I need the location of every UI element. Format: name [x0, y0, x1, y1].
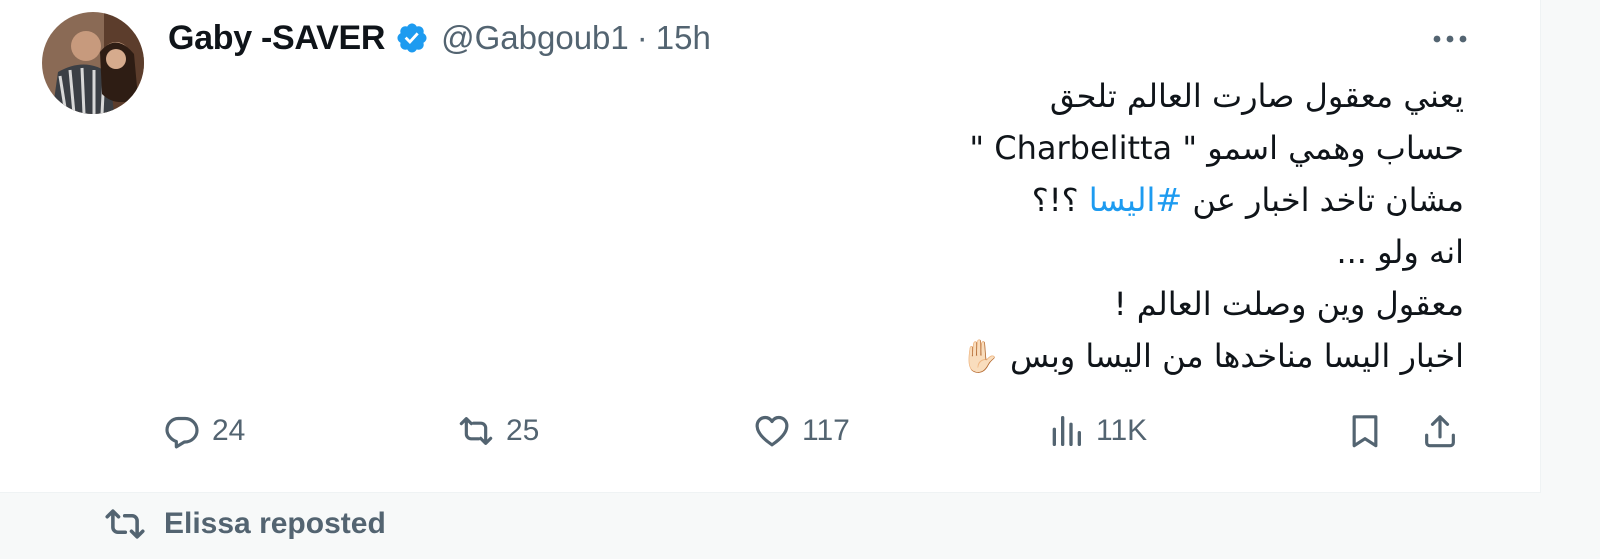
views-chart-icon — [1052, 416, 1081, 446]
hashtag-link[interactable]: #اليسا — [1089, 181, 1182, 219]
tweet-text-line-6-text: اخبار اليسا مناخدها من اليسا وبس — [1010, 337, 1464, 375]
tweet-text-line-3-before: مشان تاخد اخبار عن — [1182, 181, 1464, 219]
author-display-name[interactable]: Gaby -SAVER — [168, 19, 385, 58]
meta-separator: · — [636, 19, 648, 56]
tweet-card[interactable]: Gaby -SAVER @Gabgoub1 · 15h يعني معقول ص… — [0, 0, 1541, 493]
reply-count: 24 — [212, 414, 246, 447]
tweet-text-line-4: انه ولو ... — [1336, 233, 1464, 271]
share-button[interactable] — [1420, 405, 1460, 457]
repost-icon — [105, 509, 145, 539]
author-handle[interactable]: @Gabgoub1 — [441, 19, 629, 57]
heart-icon — [755, 415, 789, 447]
tweet-text-line-2: حساب وهمي اسمو " Charbelitta " — [969, 129, 1464, 167]
raised-hand-emoji: ✋🏻 — [960, 337, 1000, 375]
bookmark-button[interactable] — [1345, 405, 1385, 457]
tweet-header: Gaby -SAVER @Gabgoub1 · 15h — [168, 16, 711, 60]
more-horizontal-icon — [1433, 35, 1467, 43]
repost-icon — [459, 417, 493, 445]
avatar[interactable] — [42, 12, 144, 114]
views-button[interactable]: 11K — [1046, 405, 1147, 457]
tweet-text-line-3: مشان تاخد اخبار عن #اليسا ؟!؟ — [564, 174, 1464, 226]
tweet-text-line-6: اخبار اليسا مناخدها من اليسا وبس ✋🏻 — [564, 330, 1464, 382]
tweet-text: يعني معقول صارت العالم تلحق حساب وهمي اس… — [564, 70, 1464, 382]
more-options-button[interactable] — [1428, 22, 1472, 56]
share-icon — [1425, 415, 1455, 448]
tweet-text-line-1: يعني معقول صارت العالم تلحق — [1049, 77, 1464, 115]
bookmark-icon — [1352, 415, 1378, 448]
tweet-time[interactable]: 15h — [656, 19, 711, 57]
tweet-text-line-3-after: ؟!؟ — [1031, 181, 1089, 219]
view-count: 11K — [1096, 414, 1148, 447]
avatar-photo — [42, 12, 144, 114]
reply-icon — [165, 416, 199, 449]
repost-count: 25 — [506, 414, 540, 447]
like-button[interactable]: 117 — [752, 405, 850, 457]
tweet-text-line-5: معقول وين وصلت العالم ! — [1113, 285, 1464, 323]
reposted-by-label[interactable]: Elissa reposted — [164, 507, 386, 541]
reply-button[interactable]: 24 — [162, 405, 245, 457]
social-context-reposted: Elissa reposted — [104, 502, 386, 546]
tweet-action-bar: 24 25 117 11K — [0, 405, 1540, 457]
verified-badge-icon — [397, 23, 427, 53]
like-count: 117 — [802, 414, 850, 447]
repost-button[interactable]: 25 — [456, 405, 539, 457]
